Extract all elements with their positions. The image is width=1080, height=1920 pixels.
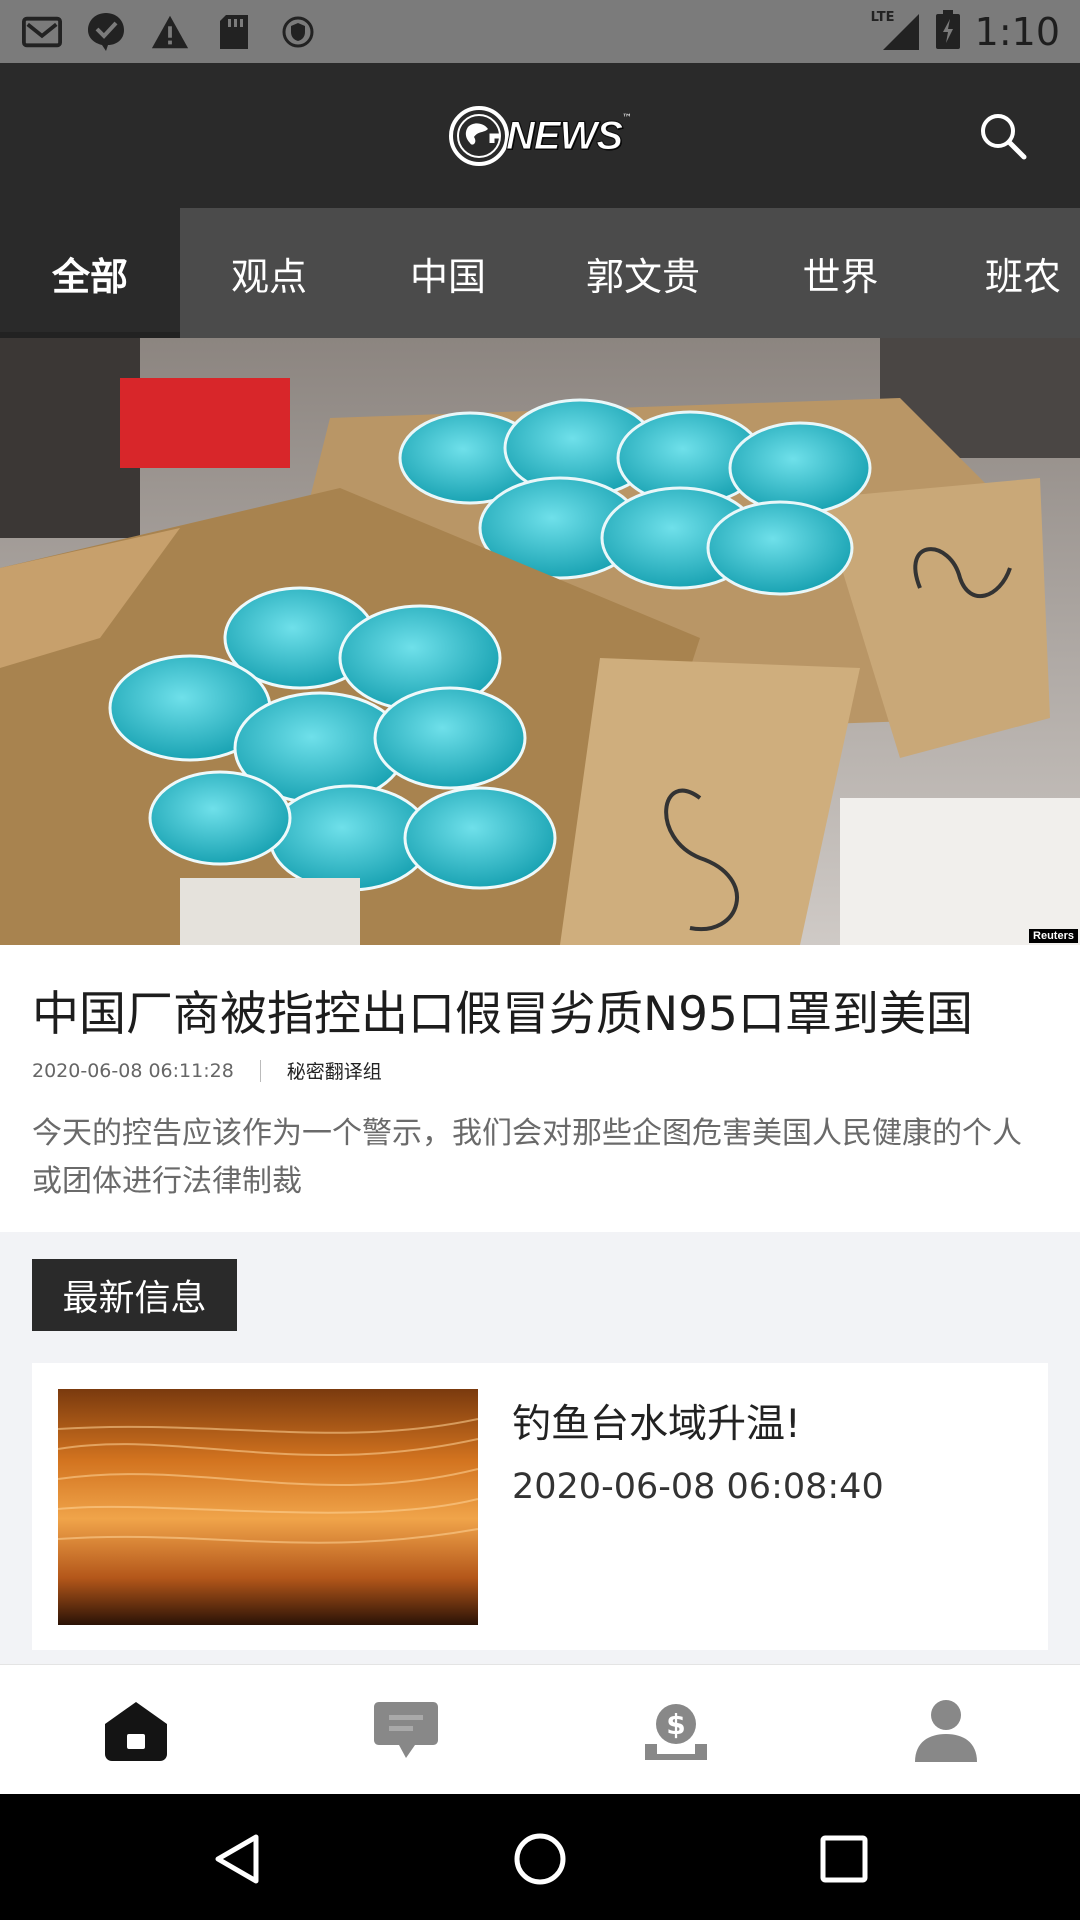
news-date: 2020-06-08 06:08:40 [512, 1467, 884, 1507]
article-headline[interactable]: 中国厂商被指控出口假冒劣质N95口罩到美国 [32, 975, 973, 1044]
tab-label: 世界 [802, 254, 879, 299]
article-summary: 今天的控告应该作为一个警示，我们会对那些企图危害美国人民健康的个人或团体进行法律… [32, 1116, 1022, 1199]
tab-label: 观点 [230, 254, 307, 299]
battery-charging-icon [935, 10, 961, 54]
search-icon [981, 114, 1027, 160]
search-button[interactable] [978, 111, 1028, 161]
tab-guo-wengui[interactable]: 郭文贵 [538, 208, 748, 338]
article-date: 2020-06-08 06:11:28 [32, 1059, 234, 1082]
warning-icon [150, 12, 190, 52]
clock: 1:10 [974, 10, 1060, 54]
tab-label: 中国 [409, 254, 486, 299]
sd-card-icon [214, 12, 254, 52]
article-meta: 2020-06-08 06:11:28 秘密翻译组 [32, 1057, 382, 1084]
system-indicators: LTE 1:10 [871, 6, 1060, 58]
gnews-logo[interactable]: NEWS ™ [448, 101, 632, 171]
tab-all[interactable]: 全部 [0, 208, 180, 338]
tab-bannon[interactable]: 班农 [933, 208, 1080, 338]
profile-icon [915, 1700, 977, 1762]
nav-home[interactable] [100, 1695, 172, 1767]
bottom-navigation: $ [0, 1664, 1080, 1794]
featured-article[interactable]: 中国厂商被指控出口假冒劣质N95口罩到美国 2020-06-08 06:11:2… [0, 945, 1080, 1232]
signal-icon: LTE [871, 10, 921, 52]
donate-icon: $ [645, 1704, 707, 1760]
system-navigation-bar [0, 1794, 1080, 1920]
notification-icons [22, 10, 318, 54]
home-system-button[interactable] [510, 1829, 570, 1889]
nav-donate[interactable]: $ [640, 1695, 712, 1767]
status-bar: LTE 1:10 [0, 0, 1080, 63]
recents-square-icon [820, 1835, 868, 1883]
home-circle-icon [514, 1833, 566, 1885]
photo-credit: Reuters [1029, 929, 1078, 943]
tab-label: 郭文贵 [585, 254, 700, 299]
home-icon [105, 1702, 167, 1761]
article-author: 秘密翻译组 [286, 1061, 382, 1083]
tab-opinion[interactable]: 观点 [180, 208, 358, 338]
tab-world[interactable]: 世界 [748, 208, 933, 338]
globe-g-icon [449, 106, 509, 166]
check-badge-icon [86, 12, 126, 52]
news-thumbnail [58, 1389, 478, 1625]
logo-wordmark: NEWS [506, 113, 624, 158]
news-list-item[interactable]: 钓鱼台水域升温! 2020-06-08 06:08:40 [32, 1363, 1048, 1650]
app-header: NEWS ™ [0, 63, 1080, 208]
news-title: 钓鱼台水域升温! [512, 1402, 801, 1447]
svg-text:$: $ [666, 1708, 685, 1741]
chat-icon [374, 1702, 438, 1758]
logo-trademark: ™ [622, 113, 632, 124]
category-tabs: 全部 观点 中国 郭文贵 世界 班农 [0, 208, 1080, 338]
hero-image[interactable]: Reuters [0, 338, 1080, 945]
nav-messages[interactable] [370, 1695, 442, 1767]
tab-label: 全部 [51, 254, 128, 299]
meta-divider [259, 1059, 261, 1082]
back-triangle-icon [215, 1834, 259, 1884]
tab-china[interactable]: 中国 [358, 208, 538, 338]
gmail-icon [22, 12, 62, 52]
recents-button[interactable] [814, 1829, 874, 1889]
network-type-label: LTE [870, 10, 895, 25]
back-button[interactable] [206, 1829, 266, 1889]
latest-section-title: 最新信息 [32, 1259, 237, 1331]
nav-profile[interactable] [910, 1695, 982, 1767]
vpn-shield-icon [278, 12, 318, 52]
tab-label: 班农 [984, 254, 1061, 299]
masks-in-boxes-photo [0, 338, 1080, 945]
